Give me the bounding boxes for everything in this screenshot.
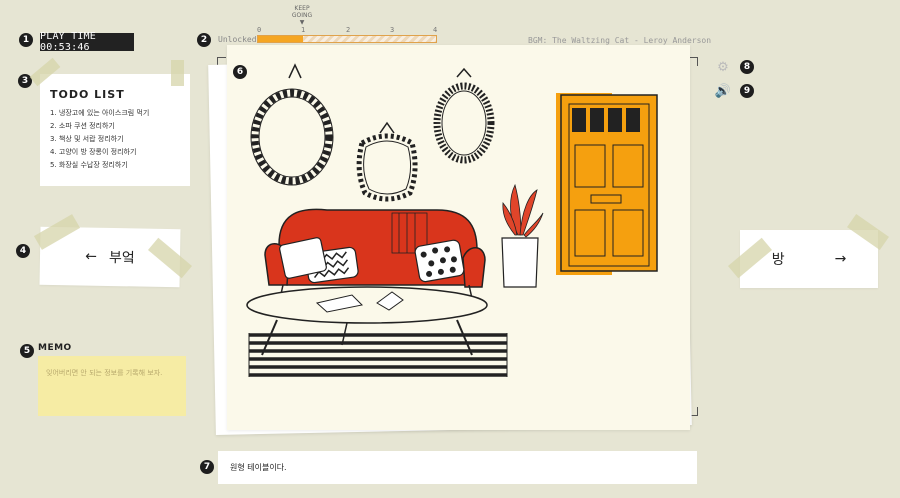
progress-tick-0: 0	[257, 26, 262, 34]
room-scene	[246, 63, 658, 377]
potted-plant[interactable]	[501, 183, 544, 288]
marker-1: 1	[19, 33, 33, 47]
nav-left-label: 부엌	[108, 249, 135, 267]
frame-corner	[689, 57, 698, 66]
todo-card: TODO LIST 1. 냉장고에 있는 아이스크림 먹기 2. 소파 쿠션 정…	[40, 74, 190, 186]
todo-title: TODO LIST	[50, 88, 125, 101]
todo-list: 1. 냉장고에 있는 아이스크림 먹기 2. 소파 쿠션 정리하기 3. 책상 …	[50, 107, 180, 172]
message-box: 원형 테이블이다.	[218, 451, 697, 484]
progress-bar	[257, 35, 437, 43]
marker-8: 8	[740, 60, 754, 74]
marker-9: 9	[740, 84, 754, 98]
sofa-cushion-dots[interactable]	[414, 239, 465, 283]
marker-2: 2	[197, 33, 211, 47]
progress-tick-3: 3	[390, 26, 395, 34]
settings-gear-icon[interactable]: ⚙	[716, 60, 730, 75]
todo-item: 5. 화장실 수납장 정리하기	[50, 161, 128, 169]
sound-speaker-icon[interactable]: 🔊	[715, 84, 731, 99]
marker-6: 6	[233, 65, 247, 79]
marker-7: 7	[200, 460, 214, 474]
keep-going-label: KEEP GOING ▼	[291, 5, 313, 26]
round-table[interactable]	[246, 286, 488, 356]
wall-mirror-large[interactable]	[250, 63, 334, 186]
progress-tick-1: 1	[301, 26, 306, 34]
marker-4: 4	[16, 244, 30, 258]
todo-item: 1. 냉장고에 있는 아이스크림 먹기	[50, 109, 150, 117]
todo-item: 2. 소파 쿠션 정리하기	[50, 122, 115, 130]
progress-bar-fill	[258, 36, 303, 42]
striped-rug[interactable]	[248, 333, 508, 377]
progress-tick-4: 4	[433, 26, 438, 34]
playtime-display: PLAY TIME 00:53:46	[40, 31, 134, 53]
wall-mirror-small[interactable]	[356, 121, 418, 202]
tape-decoration	[171, 60, 184, 86]
memo-field[interactable]: 잊어버리면 안 되는 정보를 기록해 보자.	[38, 356, 186, 416]
unlocked-label: Unlocked	[218, 35, 257, 44]
todo-item: 3. 책상 및 서랍 정리하기	[50, 135, 124, 143]
arrow-right-icon: →	[834, 251, 847, 267]
marker-5: 5	[20, 344, 34, 358]
wall-mirror-round[interactable]	[433, 67, 495, 164]
orange-door[interactable]	[556, 93, 658, 275]
memo-title: MEMO	[38, 343, 72, 353]
progress-tick-2: 2	[346, 26, 351, 34]
todo-item: 4. 고양이 방 장롱이 정리하기	[50, 148, 137, 156]
bgm-label: BGM: The Waltzing Cat - Leroy Anderson	[528, 36, 712, 45]
arrow-left-icon: ←	[85, 248, 98, 265]
nav-right-label: 방	[771, 252, 785, 268]
